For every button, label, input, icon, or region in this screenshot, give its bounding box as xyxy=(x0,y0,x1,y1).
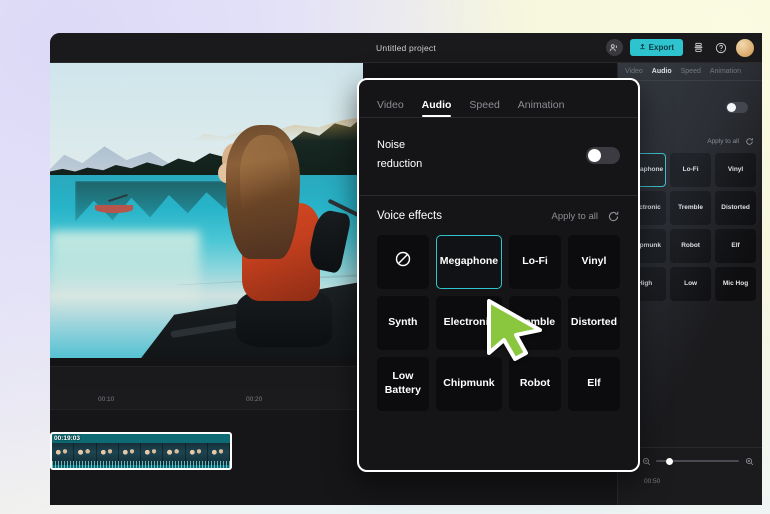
water-light-reflection xyxy=(50,231,201,321)
voice-effects-header: Voice effects Apply to all xyxy=(359,196,638,223)
app-header: Untitled project Export xyxy=(50,33,762,63)
clip-waveform xyxy=(52,461,230,468)
panel-effect-tile[interactable]: Distorted xyxy=(715,191,756,225)
ruler-tick: 00:10 xyxy=(98,396,115,403)
reset-icon[interactable] xyxy=(607,210,620,223)
voice-effect-tile[interactable]: Synth xyxy=(377,295,429,350)
distant-canoe xyxy=(95,205,133,213)
modal-tabs: Video Audio Speed Animation xyxy=(359,80,638,118)
tab-speed[interactable]: Speed xyxy=(681,68,701,75)
panel-effect-tile[interactable]: Low xyxy=(670,267,712,301)
apply-to-all-button[interactable]: Apply to all xyxy=(552,211,598,222)
modal-tab-audio[interactable]: Audio xyxy=(421,99,451,117)
header-actions: Export xyxy=(605,33,754,62)
reset-icon[interactable] xyxy=(744,136,754,146)
voice-effect-tile[interactable]: Megaphone xyxy=(435,234,503,289)
zoom-slider[interactable] xyxy=(656,457,739,465)
tab-audio[interactable]: Audio xyxy=(652,68,672,75)
panel-effect-tile[interactable]: Tremble xyxy=(670,191,712,225)
properties-tabs: Video Audio Speed Animation xyxy=(618,63,762,81)
zoom-in-icon[interactable] xyxy=(744,456,754,466)
avatar[interactable] xyxy=(736,38,754,57)
audio-settings-modal: Video Audio Speed Animation Noise reduct… xyxy=(357,78,640,472)
voice-effects-grid: Megaphone Lo-Fi Vinyl Synth Electronic T… xyxy=(359,223,638,411)
panel-effect-tile[interactable]: Elf xyxy=(715,229,756,263)
help-circle-icon[interactable] xyxy=(713,40,729,56)
panel-noise-toggle[interactable] xyxy=(726,101,748,113)
modal-tab-speed[interactable]: Speed xyxy=(469,99,499,117)
clip-duration-label: 00:19:03 xyxy=(54,435,81,442)
panel-time-label: 00:50 xyxy=(644,478,661,485)
voice-effect-tile[interactable]: Elf xyxy=(567,356,620,411)
noise-reduction-line1: Noise xyxy=(377,139,406,151)
tab-video[interactable]: Video xyxy=(625,68,643,75)
voice-effect-tile[interactable]: Robot xyxy=(509,356,561,411)
noise-reduction-row: Noise reduction xyxy=(359,118,638,175)
voice-effect-tile[interactable]: Electronic xyxy=(435,295,503,350)
panel-apply-to-all[interactable]: Apply to all xyxy=(707,138,739,145)
export-button[interactable]: Export xyxy=(629,39,683,56)
ruler-tick: 00:20 xyxy=(246,396,263,403)
export-label: Export xyxy=(648,43,674,52)
panel-effect-tile[interactable]: Vinyl xyxy=(715,153,756,187)
people-icon[interactable] xyxy=(605,39,623,56)
voice-effect-tile[interactable]: Lo-Fi xyxy=(509,234,561,289)
voice-effect-none[interactable] xyxy=(377,234,429,289)
zoom-out-icon[interactable] xyxy=(641,456,651,466)
export-upload-icon xyxy=(639,43,646,52)
voice-effect-tile[interactable]: Tremble xyxy=(509,295,561,350)
voice-effect-tile[interactable]: Low Battery xyxy=(377,356,429,411)
tab-animation[interactable]: Animation xyxy=(710,68,741,75)
panel-effect-tile[interactable]: Mic Hog xyxy=(715,267,756,301)
voice-effect-tile[interactable]: Vinyl xyxy=(567,234,620,289)
modal-tab-animation[interactable]: Animation xyxy=(518,99,565,117)
video-frame xyxy=(50,63,363,358)
noise-reduction-label: Noise reduction xyxy=(377,136,422,175)
noise-reduction-line2: reduction xyxy=(377,158,423,171)
panel-effect-tile[interactable]: Robot xyxy=(670,229,712,263)
noise-reduction-toggle[interactable] xyxy=(586,146,620,164)
voice-effects-title: Voice effects xyxy=(377,210,442,222)
voice-effect-tile[interactable]: Distorted xyxy=(567,295,620,350)
no-effect-icon xyxy=(394,250,412,272)
person-hair xyxy=(226,125,300,259)
timeline-clip[interactable]: 00:19:03 xyxy=(50,432,232,470)
modal-tab-video[interactable]: Video xyxy=(377,99,404,117)
panel-effect-tile[interactable]: Lo-Fi xyxy=(670,153,712,187)
voice-effect-tile[interactable]: Chipmunk xyxy=(435,356,503,411)
zoom-slider-knob[interactable] xyxy=(665,457,673,465)
layout-icon[interactable] xyxy=(690,40,706,56)
